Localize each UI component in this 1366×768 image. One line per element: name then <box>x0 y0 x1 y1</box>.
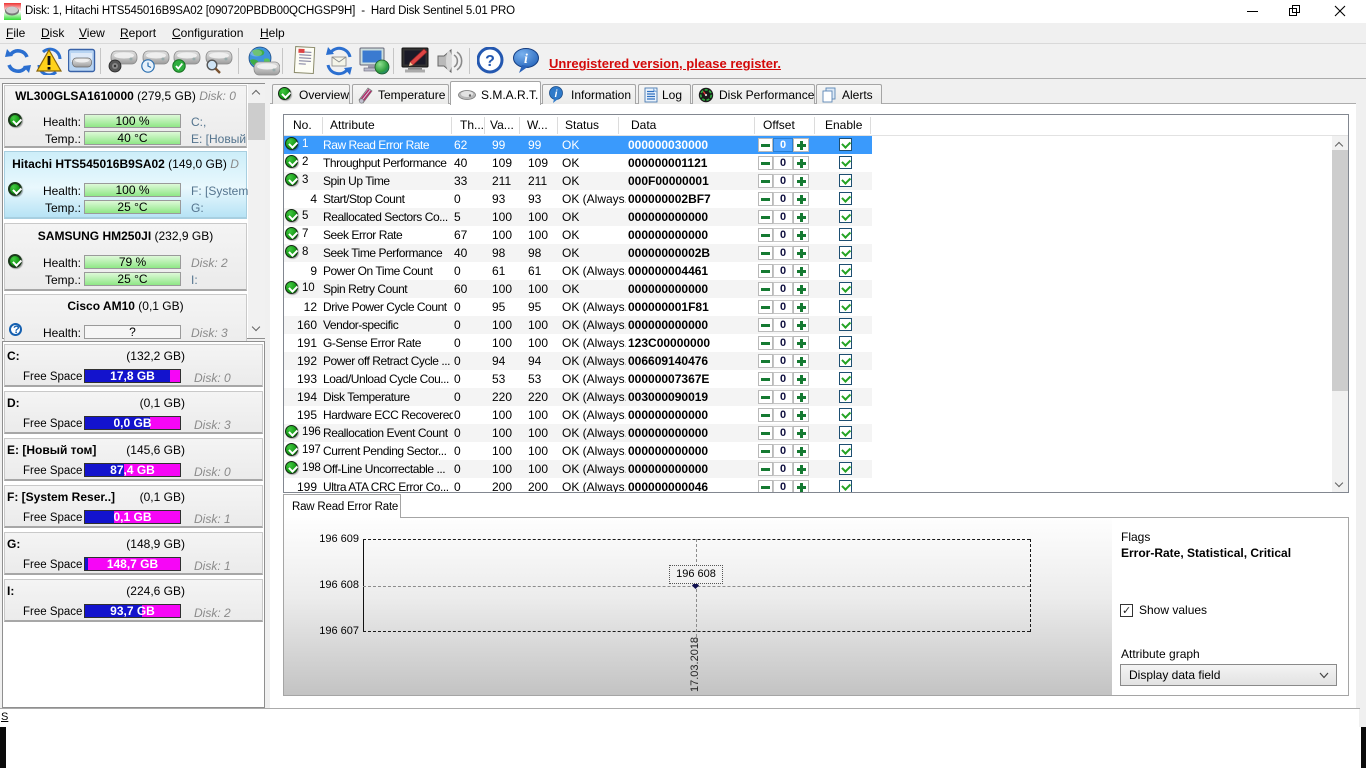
svg-text:i: i <box>524 52 528 67</box>
svg-text:?: ? <box>485 53 495 70</box>
svg-text:i: i <box>555 89 558 100</box>
